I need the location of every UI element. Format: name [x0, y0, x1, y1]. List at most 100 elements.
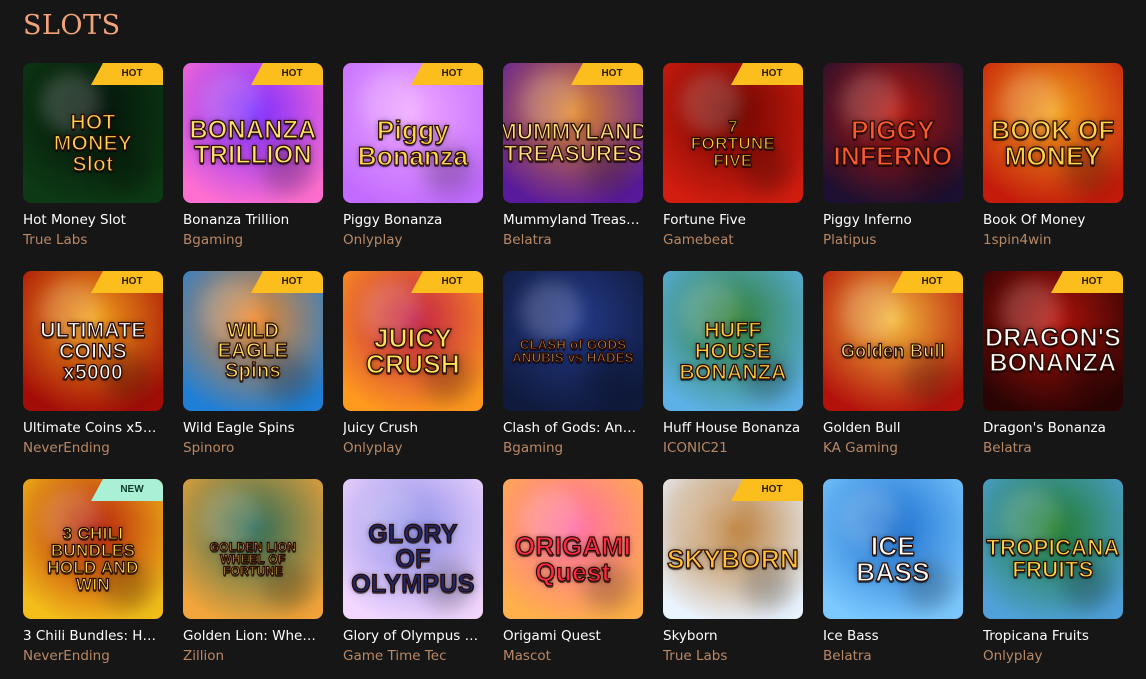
game-provider[interactable]: NeverEnding	[23, 440, 163, 456]
game-card-ice-bass[interactable]: ICE BASS Ice Bass Belatra	[823, 479, 963, 669]
game-card-wild-eagle-spins[interactable]: WILD EAGLE Spins HOT Wild Eagle Spins Spino…	[183, 271, 323, 461]
game-provider[interactable]: Belatra	[983, 440, 1123, 456]
game-title[interactable]: Bonanza Trillion	[183, 212, 323, 228]
game-card-juicy-crush[interactable]: JUICY CRUSH HOT Juicy Crush Onlyplay	[343, 271, 483, 461]
game-provider[interactable]: 1spin4win	[983, 232, 1123, 248]
game-title[interactable]: Juicy Crush	[343, 420, 483, 436]
game-provider[interactable]: Onlyplay	[983, 648, 1123, 664]
game-provider[interactable]: Platipus	[823, 232, 963, 248]
game-logo: ICE BASS	[856, 531, 930, 587]
game-logo: ORIGAMI Quest	[514, 531, 632, 587]
game-title[interactable]: Golden Bull	[823, 420, 963, 436]
game-title[interactable]: Wild Eagle Spins	[183, 420, 323, 436]
game-card-fortune-five[interactable]: 7 FORTUNE FIVE HOT Fortune Five Gamebeat	[663, 63, 803, 253]
game-card-golden-lion-wheel-of-fortune[interactable]: GOLDEN LION WHEEL OF FORTUNE Golden Lion:…	[183, 479, 323, 669]
game-card-piggy-inferno[interactable]: PIGGY INFERNO Piggy Inferno Platipus	[823, 63, 963, 253]
hot-badge: HOT	[731, 63, 803, 85]
game-title[interactable]: Huff House Bonanza	[663, 420, 803, 436]
hot-badge: HOT	[251, 271, 323, 293]
game-title[interactable]: Golden Lion: Wheel of Fortune	[183, 628, 323, 644]
game-card-glory-of-olympus-power-spin[interactable]: GLORY OF OLYMPUS Glory of Olympus (Power …	[343, 479, 483, 669]
game-thumbnail[interactable]: 3 CHILI BUNDLES HOLD AND WIN NEW	[23, 479, 163, 619]
game-title[interactable]: Piggy Bonanza	[343, 212, 483, 228]
game-thumbnail[interactable]: PIGGY INFERNO	[823, 63, 963, 203]
game-title[interactable]: 3 Chili Bundles: Hold and Win	[23, 628, 163, 644]
game-provider[interactable]: Zillion	[183, 648, 323, 664]
game-thumbnail[interactable]: ICE BASS	[823, 479, 963, 619]
game-card-dragon-s-bonanza[interactable]: DRAGON'S BONANZA HOT Dragon's Bonanza Belat…	[983, 271, 1123, 461]
game-title[interactable]: Skyborn	[663, 628, 803, 644]
game-provider[interactable]: KA Gaming	[823, 440, 963, 456]
game-thumbnail[interactable]: MUMMYLAND TREASURES HOT	[503, 63, 643, 203]
game-provider[interactable]: Mascot	[503, 648, 643, 664]
hot-badge: HOT	[571, 63, 643, 85]
game-card-bonanza-trillion[interactable]: BONANZA TRILLION HOT Bonanza Trillion Bgami…	[183, 63, 323, 253]
game-card-origami-quest[interactable]: ORIGAMI Quest Origami Quest Mascot	[503, 479, 643, 669]
game-title[interactable]: Glory of Olympus (Power Spin)	[343, 628, 483, 644]
game-provider[interactable]: Bgaming	[183, 232, 323, 248]
game-title[interactable]: Origami Quest	[503, 628, 643, 644]
game-thumbnail[interactable]: GLORY OF OLYMPUS	[343, 479, 483, 619]
game-logo: WILD EAGLE Spins	[217, 320, 289, 382]
game-logo: GLORY OF OLYMPUS	[351, 519, 475, 598]
game-logo: MUMMYLAND TREASURES	[503, 119, 643, 166]
game-title[interactable]: Ice Bass	[823, 628, 963, 644]
game-thumbnail[interactable]: TROPICANA FRUITS	[983, 479, 1123, 619]
game-title[interactable]: Piggy Inferno	[823, 212, 963, 228]
game-provider[interactable]: Belatra	[823, 648, 963, 664]
game-thumbnail[interactable]: JUICY CRUSH HOT	[343, 271, 483, 411]
game-thumbnail[interactable]: GOLDEN LION WHEEL OF FORTUNE	[183, 479, 323, 619]
game-provider[interactable]: Onlyplay	[343, 232, 483, 248]
game-card-clash-of-gods-anubis-vs-hades[interactable]: CLASH of GODS ANUBIS vs HADES Clash of Go…	[503, 271, 643, 461]
game-card-skyborn[interactable]: SKYBORN HOT Skyborn True Labs	[663, 479, 803, 669]
game-title[interactable]: Clash of Gods: Anubis vs Hades	[503, 420, 643, 436]
game-card-3-chili-bundles-hold-and-win[interactable]: 3 CHILI BUNDLES HOLD AND WIN NEW 3 Chili B…	[23, 479, 163, 669]
game-provider[interactable]: True Labs	[663, 648, 803, 664]
game-title[interactable]: Hot Money Slot	[23, 212, 163, 228]
new-badge: NEW	[91, 479, 163, 501]
game-logo: BONANZA TRILLION	[189, 116, 317, 169]
game-thumbnail[interactable]: WILD EAGLE Spins HOT	[183, 271, 323, 411]
game-provider[interactable]: Bgaming	[503, 440, 643, 456]
game-provider[interactable]: Belatra	[503, 232, 643, 248]
game-logo: HUFF HOUSE BONANZA	[679, 318, 787, 384]
game-card-hot-money-slot[interactable]: HOT MONEY Slot HOT Hot Money Slot True Labs	[23, 63, 163, 253]
game-card-book-of-money[interactable]: BOOK OF MONEY Book Of Money 1spin4win	[983, 63, 1123, 253]
game-provider[interactable]: Spinoro	[183, 440, 323, 456]
game-thumbnail[interactable]: DRAGON'S BONANZA HOT	[983, 271, 1123, 411]
game-card-piggy-bonanza[interactable]: Piggy Bonanza HOT Piggy Bonanza Onlyplay	[343, 63, 483, 253]
game-thumbnail[interactable]: BOOK OF MONEY	[983, 63, 1123, 203]
game-logo: 3 CHILI BUNDLES HOLD AND WIN	[47, 524, 139, 594]
hot-badge: HOT	[891, 271, 963, 293]
game-thumbnail[interactable]: CLASH of GODS ANUBIS vs HADES	[503, 271, 643, 411]
game-title[interactable]: Tropicana Fruits	[983, 628, 1123, 644]
game-thumbnail[interactable]: HOT MONEY Slot HOT	[23, 63, 163, 203]
game-thumbnail[interactable]: ULTIMATE COINS x5000 HOT	[23, 271, 163, 411]
game-title[interactable]: Dragon's Bonanza	[983, 420, 1123, 436]
game-card-golden-bull[interactable]: Golden Bull HOT Golden Bull KA Gaming	[823, 271, 963, 461]
game-thumbnail[interactable]: BONANZA TRILLION HOT	[183, 63, 323, 203]
game-thumbnail[interactable]: 7 FORTUNE FIVE HOT	[663, 63, 803, 203]
game-logo: ULTIMATE COINS x5000	[40, 318, 146, 384]
game-thumbnail[interactable]: SKYBORN HOT	[663, 479, 803, 619]
game-provider[interactable]: Game Time Tec	[343, 648, 483, 664]
game-provider[interactable]: NeverEnding	[23, 648, 163, 664]
game-thumbnail[interactable]: ORIGAMI Quest	[503, 479, 643, 619]
game-card-tropicana-fruits[interactable]: TROPICANA FRUITS Tropicana Fruits Onlyplay	[983, 479, 1123, 669]
game-title[interactable]: Fortune Five	[663, 212, 803, 228]
game-logo: Golden Bull	[840, 341, 946, 361]
game-provider[interactable]: ICONIC21	[663, 440, 803, 456]
game-title[interactable]: Mummyland Treasures	[503, 212, 643, 228]
game-thumbnail[interactable]: HUFF HOUSE BONANZA	[663, 271, 803, 411]
game-card-ultimate-coins-x5000[interactable]: ULTIMATE COINS x5000 HOT Ultimate Coins x5…	[23, 271, 163, 461]
game-card-huff-house-bonanza[interactable]: HUFF HOUSE BONANZA Huff House Bonanza ICON…	[663, 271, 803, 461]
game-provider[interactable]: Gamebeat	[663, 232, 803, 248]
game-thumbnail[interactable]: Piggy Bonanza HOT	[343, 63, 483, 203]
game-card-mummyland-treasures[interactable]: MUMMYLAND TREASURES HOT Mummyland Treasure…	[503, 63, 643, 253]
game-provider[interactable]: True Labs	[23, 232, 163, 248]
section-title: SLOTS	[23, 10, 121, 41]
game-thumbnail[interactable]: Golden Bull HOT	[823, 271, 963, 411]
game-provider[interactable]: Onlyplay	[343, 440, 483, 456]
game-title[interactable]: Ultimate Coins x5000	[23, 420, 163, 436]
game-title[interactable]: Book Of Money	[983, 212, 1123, 228]
